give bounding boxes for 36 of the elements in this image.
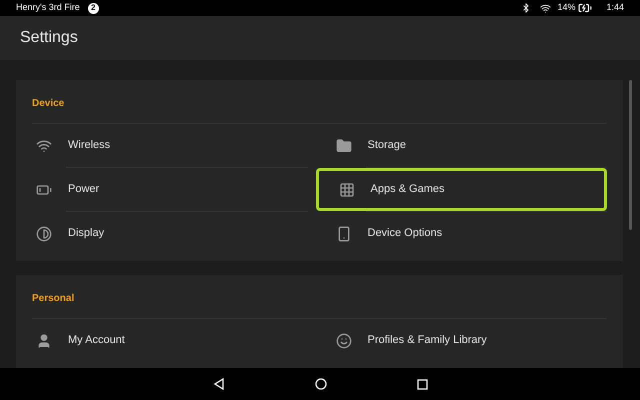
item-label: Wireless (68, 138, 110, 154)
back-icon[interactable] (212, 378, 224, 390)
settings-item[interactable]: Storage (316, 124, 607, 167)
recents-icon[interactable] (416, 378, 428, 390)
notification-badge: 2 (88, 2, 99, 14)
wifi-icon (36, 138, 52, 154)
battery-icon (578, 1, 592, 15)
settings-item[interactable]: Display (16, 212, 308, 255)
phone-icon (336, 226, 352, 242)
item-label: Device Options (368, 226, 442, 242)
item-label: My Account (68, 333, 125, 348)
contrast-icon (36, 226, 52, 242)
page-title: Settings (20, 28, 78, 48)
smiley-icon (336, 332, 352, 348)
settings-item[interactable]: Power (16, 168, 308, 211)
item-label: Profiles & Family Library (368, 333, 487, 348)
device-name: Henry's 3rd Fire (16, 1, 80, 14)
wifi-icon (540, 2, 552, 14)
settings-item[interactable]: Device Options (316, 212, 607, 255)
settings-item[interactable]: Apps & Games (316, 168, 607, 211)
settings-item[interactable]: My Account (16, 319, 308, 362)
item-label: Power (68, 182, 100, 198)
item-label: Apps & Games (370, 182, 444, 198)
item-label: Storage (368, 138, 406, 154)
folder-icon (336, 138, 352, 154)
settings-item[interactable]: Profiles & Family Library (316, 319, 607, 362)
battery-percent: 14% (557, 1, 576, 14)
section-title: Personal (32, 292, 74, 306)
clock: 1:44 (606, 1, 624, 14)
bluetooth-icon (521, 3, 532, 13)
person-icon (36, 332, 52, 348)
home-icon[interactable] (314, 378, 326, 390)
settings-item[interactable]: Wireless (16, 124, 308, 167)
item-label: Display (68, 226, 104, 242)
section-title: Device (32, 97, 64, 111)
grid-icon (338, 182, 354, 198)
